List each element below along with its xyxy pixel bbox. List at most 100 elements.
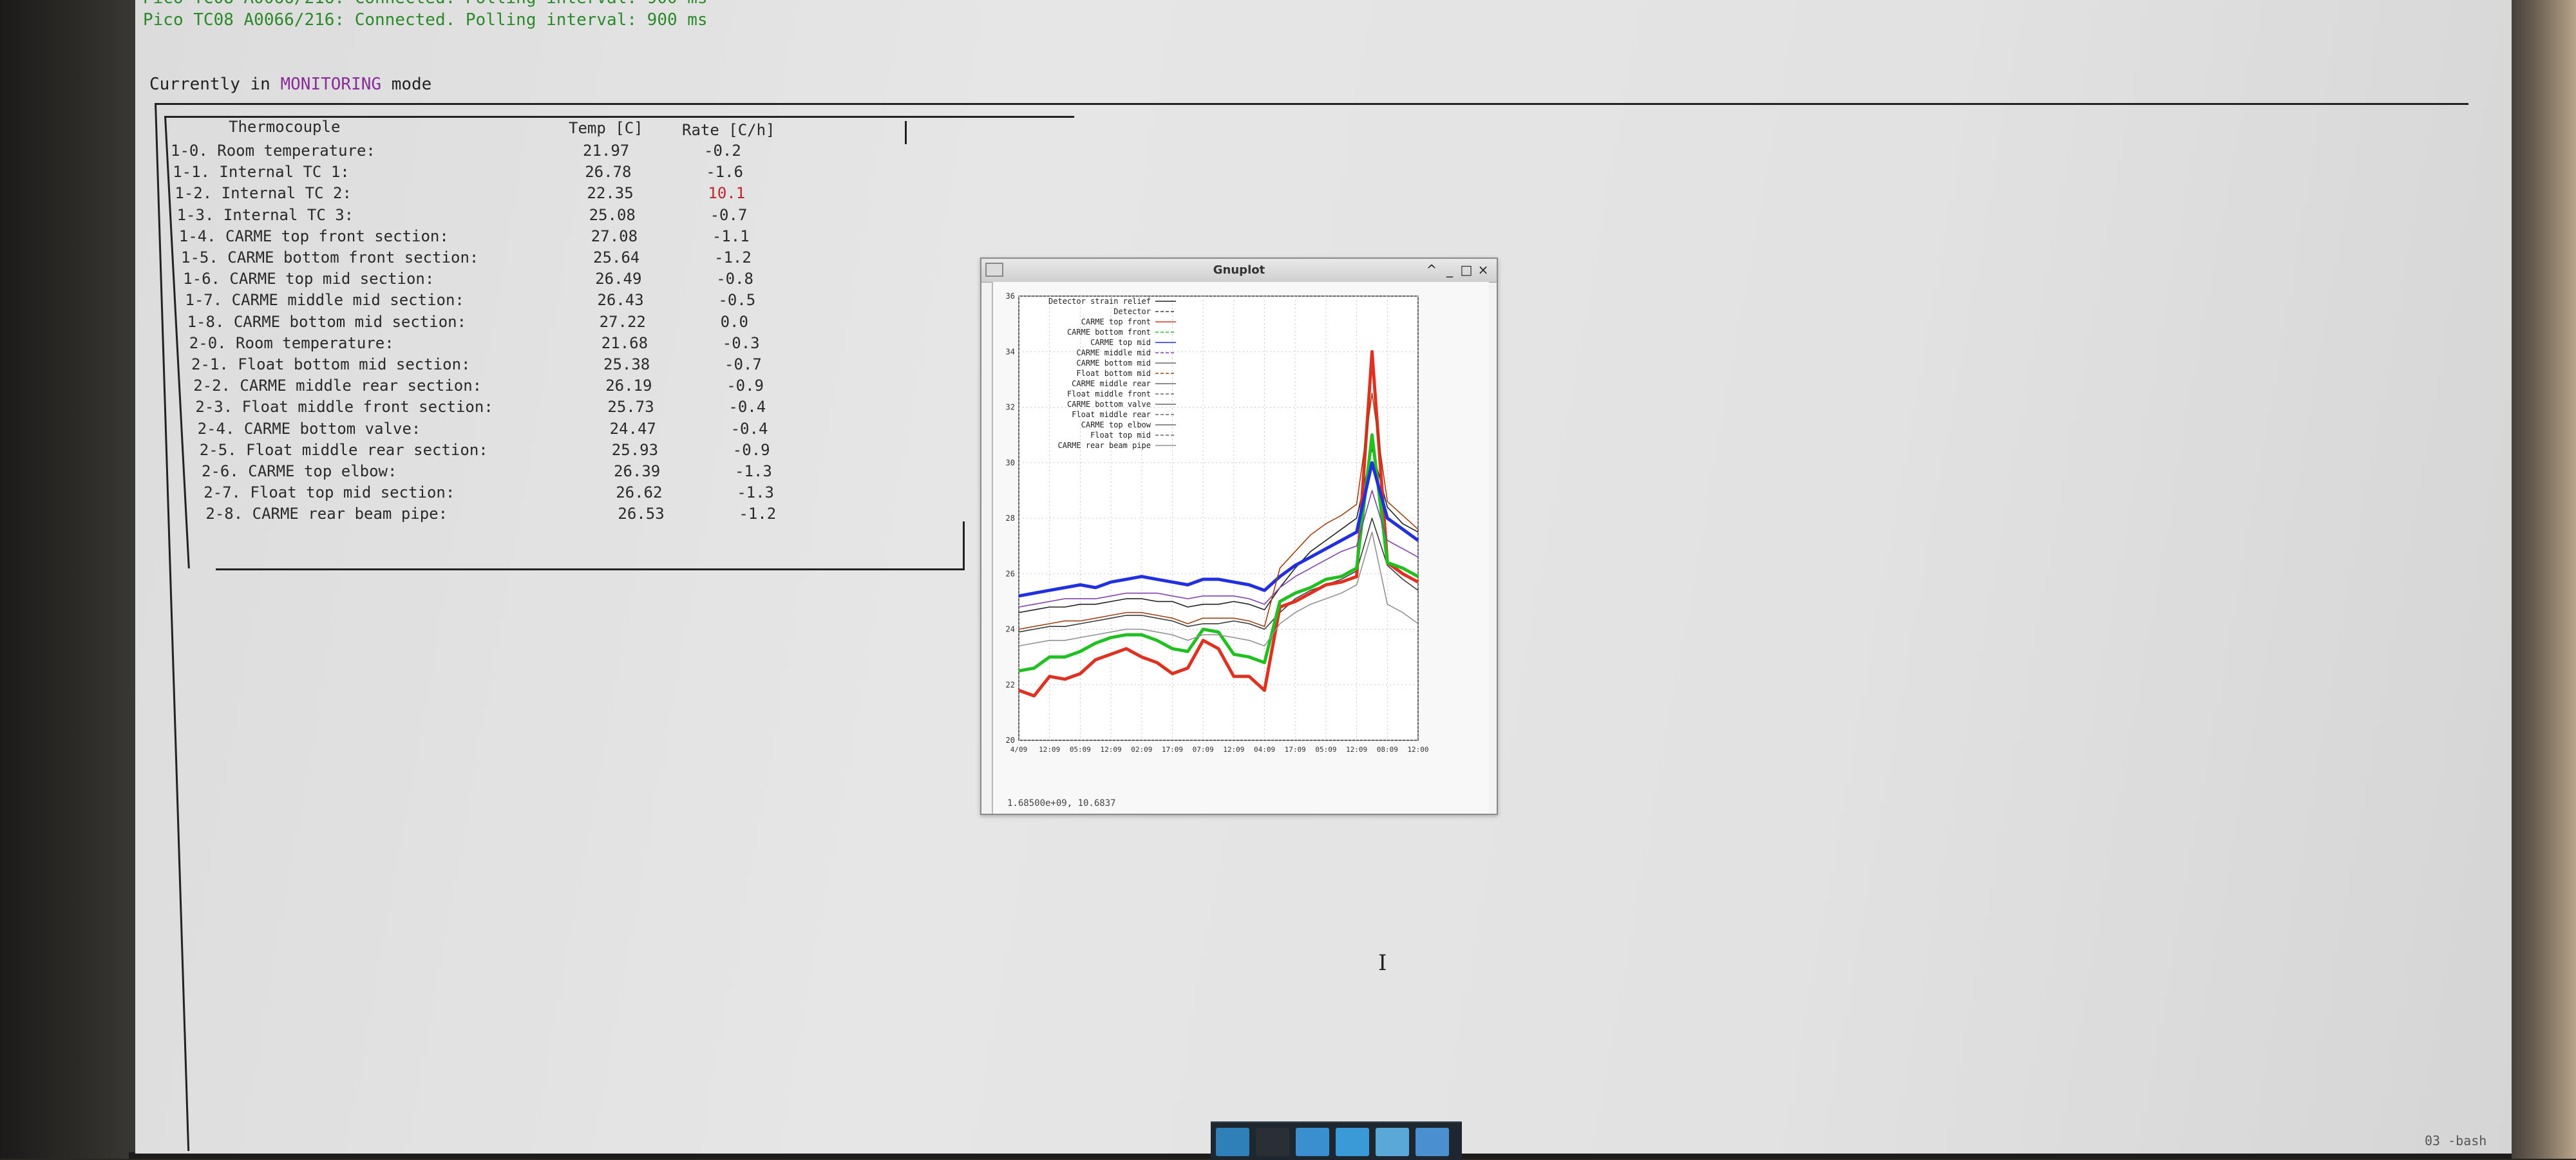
y-tick-label: 32 — [1006, 403, 1015, 412]
row-rate: -1.3 — [735, 462, 772, 480]
y-tick-label: 30 — [1006, 458, 1015, 467]
taskbar — [1211, 1121, 1462, 1160]
y-tick-label: 20 — [1006, 736, 1015, 745]
row-temperature: 25.64 — [593, 248, 640, 267]
row-thermocouple-name: 1-0. Room temperature: — [171, 142, 375, 160]
row-rate: -0.9 — [732, 440, 770, 459]
x-tick-label: 04:09 — [1254, 745, 1275, 754]
legend-label: Float middle rear — [1072, 410, 1151, 419]
row-thermocouple-name: 1-7. CARME middle mid section: — [185, 291, 464, 310]
row-temperature: 25.73 — [607, 398, 654, 416]
gnuplot-mouse-coordinates: 1.68500e+09, 10.6837 — [1007, 798, 1116, 809]
row-thermocouple-name: 2-5. Float middle rear section: — [199, 440, 488, 459]
row-thermocouple-name: 1-8. CARME bottom mid section: — [187, 312, 467, 331]
legend-label: CARME middle rear — [1072, 379, 1151, 388]
row-rate: -0.7 — [710, 205, 748, 224]
row-rate: 10.1 — [708, 184, 746, 203]
close-button[interactable]: × — [1475, 261, 1492, 278]
mouse-ibeam-cursor: I — [1378, 950, 1387, 976]
row-temperature: 25.08 — [589, 205, 636, 224]
row-temperature: 26.19 — [605, 377, 652, 395]
row-rate: -0.8 — [716, 270, 753, 288]
y-tick-label: 36 — [1006, 292, 1015, 301]
x-tick-label: 02:09 — [1131, 745, 1152, 754]
row-thermocouple-name: 1-2. Internal TC 2: — [175, 184, 352, 203]
workspace-label: 03 -bash — [2425, 1133, 2487, 1148]
row-temperature: 24.47 — [609, 419, 656, 438]
x-tick-label: 12:09 — [1039, 745, 1060, 754]
gnuplot-plot-area[interactable]: 20 22 24 26 28 30 32 34 36 4/09 12:09 05:09 12:09 02:… — [992, 282, 1489, 814]
header-rate: Rate [C/h] — [682, 121, 775, 139]
terminal-status-line: Pico TC08 A0066/216: Connected. Polling … — [143, 10, 708, 30]
row-rate: -1.1 — [712, 227, 750, 245]
minimize-button[interactable]: _ — [1441, 261, 1458, 278]
row-thermocouple-name: 2-4. CARME bottom valve: — [197, 419, 421, 438]
header-temp: Temp [C] — [569, 119, 643, 137]
row-thermocouple-name: 1-6. CARME top mid section: — [183, 270, 435, 288]
table-frame-right-edge — [963, 521, 965, 570]
x-tick-label: 4/09 — [1010, 745, 1028, 754]
gnuplot-chart[interactable]: 20 22 24 26 28 30 32 34 36 4/09 12:09 05:09 12:09 02:… — [993, 282, 1470, 797]
row-rate: -1.6 — [706, 163, 743, 182]
x-tick-label: 17:09 — [1285, 745, 1306, 754]
row-temperature: 26.49 — [595, 270, 642, 288]
text-cursor — [905, 121, 907, 144]
row-rate: -0.5 — [718, 291, 756, 310]
row-temperature: 26.53 — [618, 505, 665, 523]
legend-label: CARME top front — [1081, 317, 1151, 326]
row-temperature: 27.22 — [599, 312, 646, 331]
folder-icon[interactable] — [1416, 1128, 1449, 1156]
terminal-status-line-partial: Pico TC08 A0066/216: Connected. Polling … — [143, 0, 708, 8]
document-icon[interactable] — [1296, 1128, 1329, 1156]
legend-label: CARME bottom valve — [1067, 400, 1151, 409]
row-temperature: 27.08 — [591, 227, 638, 245]
browser-globe-icon[interactable] — [1336, 1128, 1369, 1156]
row-thermocouple-name: 2-3. Float middle front section: — [195, 398, 493, 416]
row-temperature: 26.78 — [585, 163, 632, 182]
row-temperature: 26.39 — [614, 462, 661, 480]
row-temperature: 22.35 — [587, 184, 634, 203]
row-temperature: 25.38 — [603, 355, 650, 373]
terminal-screen[interactable]: Pico TC08 A0066/216: Connected. Polling … — [135, 0, 2512, 1154]
row-thermocouple-name: 2-2. CARME middle rear section: — [193, 377, 482, 395]
legend-label: Float bottom mid — [1076, 369, 1151, 378]
search-magnifier-icon[interactable] — [1376, 1128, 1409, 1156]
desktop-icon[interactable] — [1216, 1128, 1249, 1156]
row-temperature: 25.93 — [611, 440, 659, 459]
legend-label: CARME top elbow — [1081, 420, 1151, 429]
row-temperature: 26.62 — [616, 483, 663, 502]
y-tick-label: 28 — [1006, 514, 1015, 523]
row-thermocouple-name: 2-0. Room temperature: — [189, 333, 394, 352]
x-tick-label: 07:09 — [1193, 745, 1214, 754]
legend-label: Float top mid — [1090, 431, 1151, 440]
row-thermocouple-name: 1-5. CARME bottom front section: — [181, 248, 479, 267]
row-rate: -1.2 — [714, 248, 752, 267]
legend-label: CARME top mid — [1090, 338, 1151, 347]
y-tick-label: 24 — [1006, 625, 1015, 634]
gnuplot-window[interactable]: Gnuplot ^ _ □ × 20 22 24 26 28 30 32 34 36 4/09 12… — [980, 257, 1498, 815]
terminal-icon[interactable] — [1256, 1128, 1289, 1156]
gnuplot-titlebar[interactable]: Gnuplot ^ _ □ × — [981, 259, 1497, 283]
row-rate: -1.2 — [739, 505, 777, 523]
x-tick-label: 12:00 — [1407, 745, 1428, 754]
row-thermocouple-name: 2-7. Float top mid section: — [204, 483, 455, 502]
row-thermocouple-name: 1-1. Internal TC 1: — [173, 163, 350, 182]
maximize-button[interactable]: □ — [1458, 261, 1475, 278]
mode-prefix: Currently in — [149, 75, 281, 94]
x-tick-label: 12:09 — [1223, 745, 1244, 754]
legend-label: Float middle front — [1067, 389, 1151, 398]
row-thermocouple-name: 1-4. CARME top front section: — [178, 227, 449, 245]
legend-label: CARME middle mid — [1076, 348, 1151, 357]
mode-suffix: mode — [381, 75, 432, 94]
x-tick-label: 08:09 — [1377, 745, 1398, 754]
shade-button[interactable]: ^ — [1423, 261, 1440, 278]
row-temperature: 21.68 — [601, 333, 649, 352]
row-rate: -0.2 — [704, 142, 741, 160]
row-temperature: 21.97 — [583, 142, 630, 160]
x-tick-label: 12:09 — [1346, 745, 1367, 754]
row-thermocouple-name: 2-8. CARME rear beam pipe: — [205, 505, 448, 523]
row-rate: 0.0 — [720, 312, 748, 331]
row-thermocouple-name: 1-3. Internal TC 3: — [176, 205, 354, 224]
row-rate: -0.7 — [724, 355, 762, 373]
y-tick-label: 26 — [1006, 569, 1015, 578]
